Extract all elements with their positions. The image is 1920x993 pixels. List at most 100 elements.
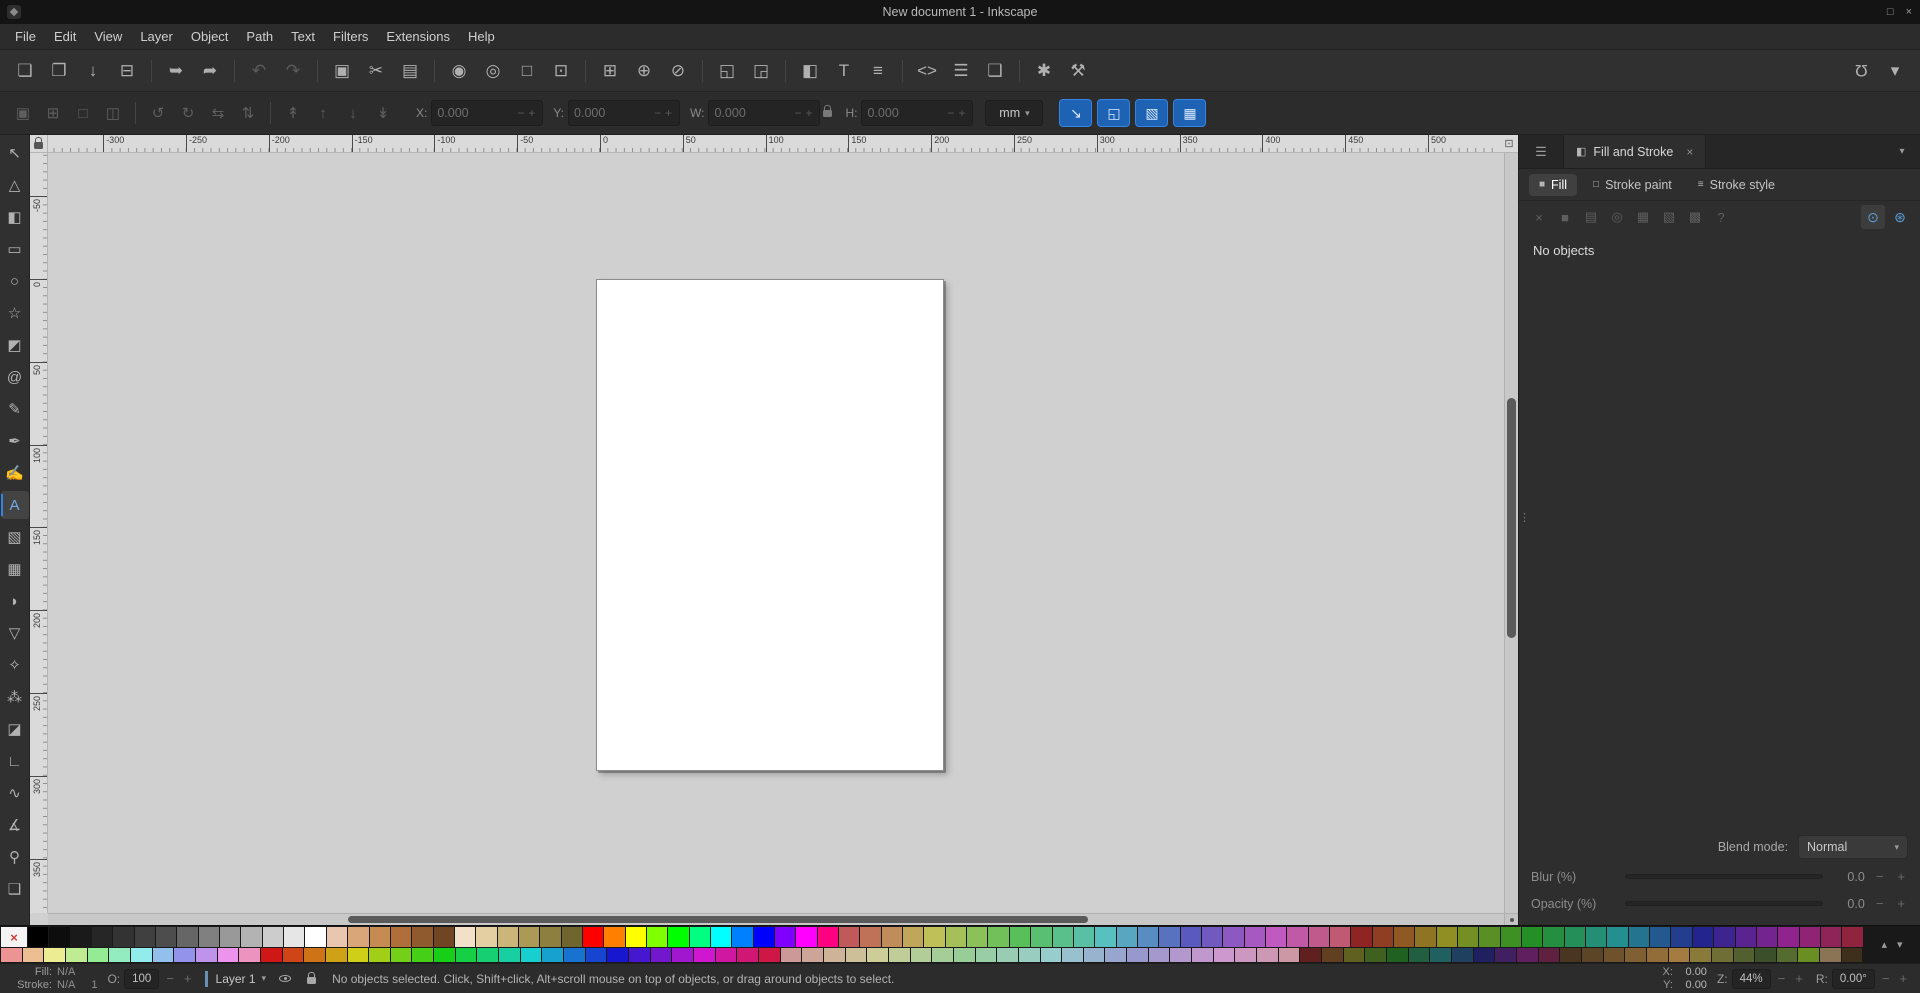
tab-stroke-paint[interactable]: □ Stroke paint (1583, 174, 1682, 196)
horizontal-scrollbar-thumb[interactable] (348, 916, 1088, 923)
palette-swatch[interactable] (1581, 948, 1603, 962)
layers-dialog-button[interactable]: ≡ (861, 55, 895, 87)
palette-swatch[interactable] (1711, 948, 1733, 962)
duplicate-button[interactable]: ⊞ (593, 55, 627, 87)
field-w-increase-button[interactable]: + (803, 106, 814, 120)
xml-editor-button[interactable]: <> (910, 55, 944, 87)
fill-stroke-dialog-tab[interactable]: ◧ Fill and Stroke × (1563, 135, 1707, 168)
document-page[interactable] (596, 279, 944, 771)
field-w-decrease-button[interactable]: − (792, 106, 803, 120)
fill-stroke-dialog-button[interactable]: ◧ (793, 55, 827, 87)
palette-swatch[interactable] (975, 948, 997, 962)
tweak-tool[interactable]: ✧ (1, 651, 29, 679)
palette-swatch[interactable] (1300, 948, 1322, 962)
create-clone-button[interactable]: ⊕ (627, 55, 661, 87)
scale-stroke-toggle[interactable]: ↘ (1059, 99, 1093, 127)
palette-swatch[interactable] (1365, 948, 1386, 962)
select-all-layers-button[interactable]: ⊞ (38, 99, 68, 127)
panel-resize-handle[interactable]: ⋮ (1519, 513, 1530, 524)
save-document-button[interactable]: ↓ (76, 55, 110, 87)
find-replace-button[interactable]: ✱ (1027, 55, 1061, 87)
document-properties-button[interactable]: ❑ (978, 55, 1012, 87)
palette-swatch[interactable] (130, 948, 152, 962)
palette-swatch[interactable] (668, 927, 689, 947)
spiral-tool[interactable]: @ (1, 363, 29, 391)
field-h-decrease-button[interactable]: − (945, 106, 956, 120)
blur-slider[interactable] (1625, 874, 1823, 879)
palette-swatch[interactable] (732, 927, 753, 947)
palette-swatch[interactable] (1105, 948, 1127, 962)
palette-swatch[interactable] (497, 927, 518, 947)
tab-stroke-style[interactable]: ≡ Stroke style (1688, 174, 1785, 196)
palette-swatch[interactable] (1690, 948, 1711, 962)
guide-lock-toggle[interactable] (30, 135, 48, 153)
palette-swatch[interactable] (1018, 948, 1040, 962)
palette-swatch[interactable] (1436, 927, 1458, 947)
palette-swatch[interactable] (348, 927, 369, 947)
new-document-button[interactable]: ❏ (8, 55, 42, 87)
import-button[interactable]: ➥ (159, 55, 193, 87)
rotate-ccw-button[interactable]: ↺ (143, 99, 173, 127)
palette-swatch[interactable] (945, 927, 967, 947)
palette-swatch[interactable] (195, 948, 217, 962)
field-y-decrease-button[interactable]: − (652, 106, 663, 120)
palette-swatch[interactable] (1451, 948, 1473, 962)
palette-swatch[interactable] (585, 948, 607, 962)
palette-swatch[interactable] (1415, 927, 1436, 947)
menu-layer[interactable]: Layer (131, 25, 182, 48)
palette-swatch[interactable] (561, 927, 582, 947)
palette-swatch[interactable] (753, 927, 775, 947)
open-document-button[interactable]: ❐ (42, 55, 76, 87)
undo-button[interactable]: ↶ (242, 55, 276, 87)
palette-swatch[interactable] (1257, 948, 1278, 962)
gradient-tool[interactable]: ▧ (1, 523, 29, 551)
palette-swatch[interactable] (174, 948, 195, 962)
palette-swatch[interactable] (1148, 948, 1170, 962)
lower-to-bottom-button[interactable]: ↡ (368, 99, 398, 127)
palette-swatch[interactable] (1180, 927, 1201, 947)
palette-swatch[interactable] (1625, 948, 1646, 962)
fill-rule-nonzero-button[interactable]: ⊛ (1888, 205, 1912, 229)
palette-swatch[interactable] (241, 927, 262, 947)
zoom-decrease-button[interactable]: − (1775, 972, 1789, 985)
print-button[interactable]: ⊟ (110, 55, 144, 87)
palette-swatch[interactable] (867, 948, 888, 962)
mesh-tool[interactable]: ▦ (1, 555, 29, 583)
palette-swatch[interactable] (737, 948, 758, 962)
snap-controls-button[interactable]: Ω (1844, 55, 1878, 87)
palette-swatch[interactable] (87, 948, 109, 962)
layer-visibility-toggle[interactable] (274, 969, 296, 989)
palette-swatch[interactable] (49, 927, 70, 947)
select-all-button[interactable]: ▣ (8, 99, 38, 127)
palette-swatch[interactable] (412, 927, 433, 947)
palette-swatch[interactable] (499, 948, 520, 962)
move-gradients-toggle[interactable]: ▧ (1135, 99, 1169, 127)
palette-swatch[interactable] (903, 927, 924, 947)
paint-unknown-button[interactable]: ? (1709, 205, 1733, 229)
palette-swatch[interactable] (65, 948, 87, 962)
vertical-scrollbar-thumb[interactable] (1507, 398, 1516, 638)
paste-button[interactable]: ▤ (393, 55, 427, 87)
palette-swatch[interactable] (1083, 948, 1105, 962)
palette-swatch[interactable] (564, 948, 585, 962)
palette-swatch[interactable] (646, 927, 668, 947)
menu-filters[interactable]: Filters (324, 25, 377, 48)
palette-swatch[interactable] (1778, 927, 1799, 947)
paint-flat-color-button[interactable]: ■ (1553, 205, 1577, 229)
pencil-tool[interactable]: ✎ (1, 395, 29, 423)
menu-extensions[interactable]: Extensions (377, 25, 459, 48)
palette-swatch[interactable] (758, 948, 780, 962)
palette-swatch[interactable] (326, 927, 348, 947)
palette-swatch[interactable] (1495, 948, 1516, 962)
palette-swatch[interactable] (1343, 948, 1365, 962)
palette-swatch[interactable] (910, 948, 932, 962)
palette-swatch[interactable] (796, 927, 817, 947)
deselect-button[interactable]: □ (68, 99, 98, 127)
palette-swatch[interactable] (1650, 927, 1671, 947)
selector-tool[interactable]: ↖ (1, 139, 29, 167)
palette-swatch[interactable] (715, 948, 737, 962)
zoom-page-button[interactable]: □ (510, 55, 544, 87)
flip-horizontal-button[interactable]: ⇆ (203, 99, 233, 127)
palette-swatch[interactable] (1646, 948, 1668, 962)
palette-swatch[interactable] (604, 927, 625, 947)
